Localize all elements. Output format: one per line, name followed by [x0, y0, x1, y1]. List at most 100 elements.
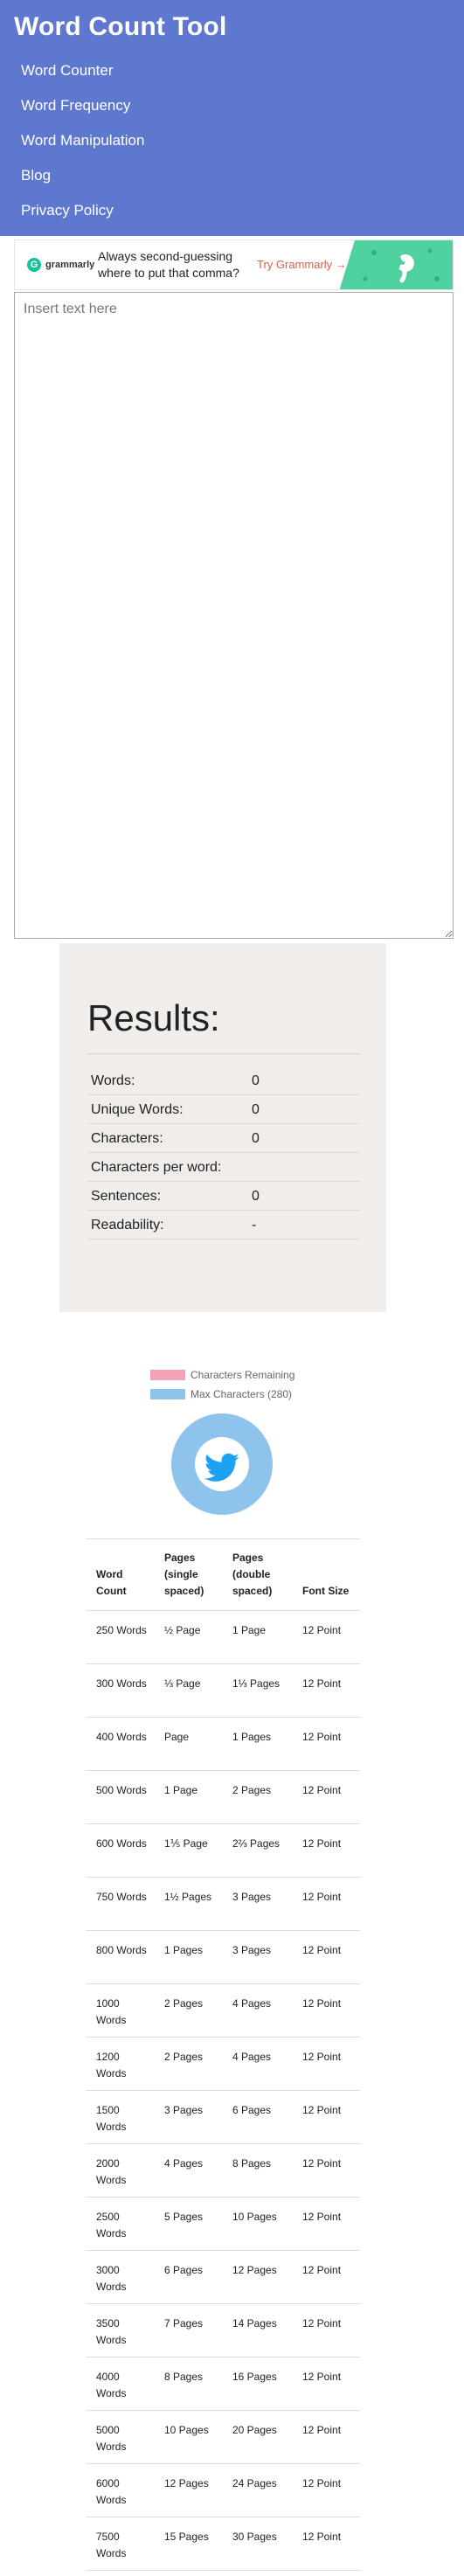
legend-label: Max Characters (280) — [190, 1388, 293, 1400]
ad-cta-link[interactable]: Try Grammarly → — [257, 258, 347, 271]
stat-label: Sentences: — [91, 1189, 162, 1204]
stat-row-words: Words: 0 — [87, 1066, 360, 1095]
table-cell: 12 Pages — [154, 2463, 222, 2517]
stat-label: Characters: — [91, 1131, 163, 1146]
table-cell: 12 Point — [292, 2037, 360, 2091]
stat-row-readability: Readability: - — [87, 1211, 360, 1239]
table-row: 500 Words 1 Page 2 Pages 12 Point — [86, 1770, 360, 1824]
table-cell: 2000 Words — [86, 2143, 154, 2198]
table-cell: 3 Pages — [222, 1930, 292, 1984]
ad-logo: G grammarly — [27, 258, 94, 272]
table-row: 800 Words 1 Pages 3 Pages 12 Point — [86, 1930, 360, 1984]
table-cell: 12 Point — [292, 2517, 360, 2571]
table-cell: 1½ Pages — [154, 1877, 222, 1931]
table-row: 2500 Words 5 Pages 10 Pages 12 Point — [86, 2197, 360, 2251]
table-cell: 3 Pages — [222, 1877, 292, 1931]
site-header: Word Count Tool Word Counter Word Freque… — [0, 0, 464, 236]
stat-row-characters: Characters: 0 — [87, 1124, 360, 1153]
table-cell: 3500 Words — [86, 2303, 154, 2357]
table-cell: 1 Pages — [222, 1717, 292, 1771]
table-cell: 12 Point — [292, 1717, 360, 1771]
grammarly-logo-icon: G — [27, 258, 41, 272]
nav-item-privacy-policy[interactable]: Privacy Policy — [21, 202, 114, 219]
table-header-row: Word Count Pages (single spaced) Pages (… — [86, 1538, 360, 1611]
table-cell: 600 Words — [86, 1823, 154, 1878]
ad-text: Always second-guessing where to put that… — [98, 249, 239, 280]
table-cell: 12 Point — [292, 2357, 360, 2411]
stat-row-sentences: Sentences: 0 — [87, 1182, 360, 1211]
table-cell: 400 Words — [86, 1717, 154, 1771]
table-cell: 2 Pages — [154, 2037, 222, 2091]
table-cell: 20 Pages — [222, 2410, 292, 2464]
site-title[interactable]: Word Count Tool — [14, 12, 226, 42]
table-cell: 3000 Words — [86, 2250, 154, 2304]
table-header-font-size: Font Size — [292, 1538, 360, 1611]
table-header-word-count: Word Count — [86, 1538, 154, 1611]
results-divider — [87, 1053, 360, 1054]
table-cell: 7500 Words — [86, 2517, 154, 2571]
table-row: 3500 Words 7 Pages 14 Pages 12 Point — [86, 2303, 360, 2357]
ad-banner[interactable]: G grammarly Always second-guessing where… — [14, 240, 454, 290]
table-cell: 2 Pages — [222, 1770, 292, 1824]
table-cell: 1⅕ Page — [154, 1823, 222, 1878]
table-cell: 4 Pages — [154, 2143, 222, 2198]
table-cell: 24 Pages — [222, 2463, 292, 2517]
table-cell: 1500 Words — [86, 2090, 154, 2144]
text-input[interactable] — [14, 292, 454, 939]
table-row: 400 Words Page 1 Pages 12 Point — [86, 1717, 360, 1771]
table-cell: 30 Pages — [222, 2517, 292, 2571]
table-cell: 1 Pages — [154, 1930, 222, 1984]
table-cell: 1 Page — [222, 1610, 292, 1664]
table-cell: Page — [154, 1717, 222, 1771]
table-cell: 500 Words — [86, 1770, 154, 1824]
table-row: 750 Words 1½ Pages 3 Pages 12 Point — [86, 1877, 360, 1931]
table-cell: 16 Pages — [222, 2357, 292, 2411]
table-row: 7500 Words 15 Pages 30 Pages 12 Point — [86, 2517, 360, 2571]
table-cell: 5 Pages — [154, 2197, 222, 2251]
table-cell: 1 Page — [154, 1770, 222, 1824]
stat-label: Unique Words: — [91, 1102, 184, 1117]
nav-item-word-manipulation[interactable]: Word Manipulation — [21, 132, 144, 149]
table-cell: 800 Words — [86, 1930, 154, 1984]
table-row: 1200 Words 2 Pages 4 Pages 12 Point — [86, 2037, 360, 2091]
table-cell: 1200 Words — [86, 2037, 154, 2091]
table-row: 300 Words ⅓ Page 1⅓ Pages 12 Point — [86, 1663, 360, 1718]
table-cell: 12 Point — [292, 1930, 360, 1984]
table-cell: 8 Pages — [154, 2357, 222, 2411]
nav-item-word-counter[interactable]: Word Counter — [21, 62, 114, 80]
table-cell: 3 Pages — [154, 2090, 222, 2144]
table-row: 5000 Words 10 Pages 20 Pages 12 Point — [86, 2410, 360, 2464]
table-row: 1500 Words 3 Pages 6 Pages 12 Point — [86, 2090, 360, 2144]
results-panel: Results: Words: 0 Unique Words: 0 Charac… — [59, 943, 386, 1312]
table-row: 3000 Words 6 Pages 12 Pages 12 Point — [86, 2250, 360, 2304]
table-cell: 6000 Words — [86, 2463, 154, 2517]
table-cell: 12 Point — [292, 2090, 360, 2144]
legend-item-characters-remaining[interactable]: Characters Remaining — [150, 1369, 294, 1381]
table-cell: 2⅔ Pages — [222, 1823, 292, 1878]
stat-row-unique-words: Unique Words: 0 — [87, 1095, 360, 1124]
table-cell: 12 Point — [292, 1823, 360, 1878]
table-cell: 1000 Words — [86, 1983, 154, 2038]
nav-item-word-frequency[interactable]: Word Frequency — [21, 97, 130, 115]
stat-value: 0 — [252, 1131, 260, 1146]
table-cell: ½ Page — [154, 1610, 222, 1664]
table-cell: 12 Point — [292, 1877, 360, 1931]
ad-art-graphic — [339, 240, 453, 289]
table-row: 2000 Words 4 Pages 8 Pages 12 Point — [86, 2143, 360, 2198]
stat-value: 0 — [252, 1102, 260, 1117]
ad-brand-name: grammarly — [45, 260, 95, 270]
table-row: 1000 Words 2 Pages 4 Pages 12 Point — [86, 1983, 360, 2038]
table-row: 6000 Words 12 Pages 24 Pages 12 Point — [86, 2463, 360, 2517]
table-cell: 2 Pages — [154, 1983, 222, 2038]
legend-item-max-characters[interactable]: Max Characters (280) — [150, 1388, 292, 1400]
table-cell: 300 Words — [86, 1663, 154, 1718]
table-cell: 6 Pages — [222, 2090, 292, 2144]
table-cell: 12 Point — [292, 1610, 360, 1664]
nav-item-blog[interactable]: Blog — [21, 167, 51, 184]
table-row: 600 Words 1⅕ Page 2⅔ Pages 12 Point — [86, 1823, 360, 1878]
word-page-table: Word Count Pages (single spaced) Pages (… — [86, 1538, 360, 2571]
table-cell: 5000 Words — [86, 2410, 154, 2464]
table-cell: 4000 Words — [86, 2357, 154, 2411]
table-row: 250 Words ½ Page 1 Page 12 Point — [86, 1610, 360, 1664]
table-cell: 750 Words — [86, 1877, 154, 1931]
